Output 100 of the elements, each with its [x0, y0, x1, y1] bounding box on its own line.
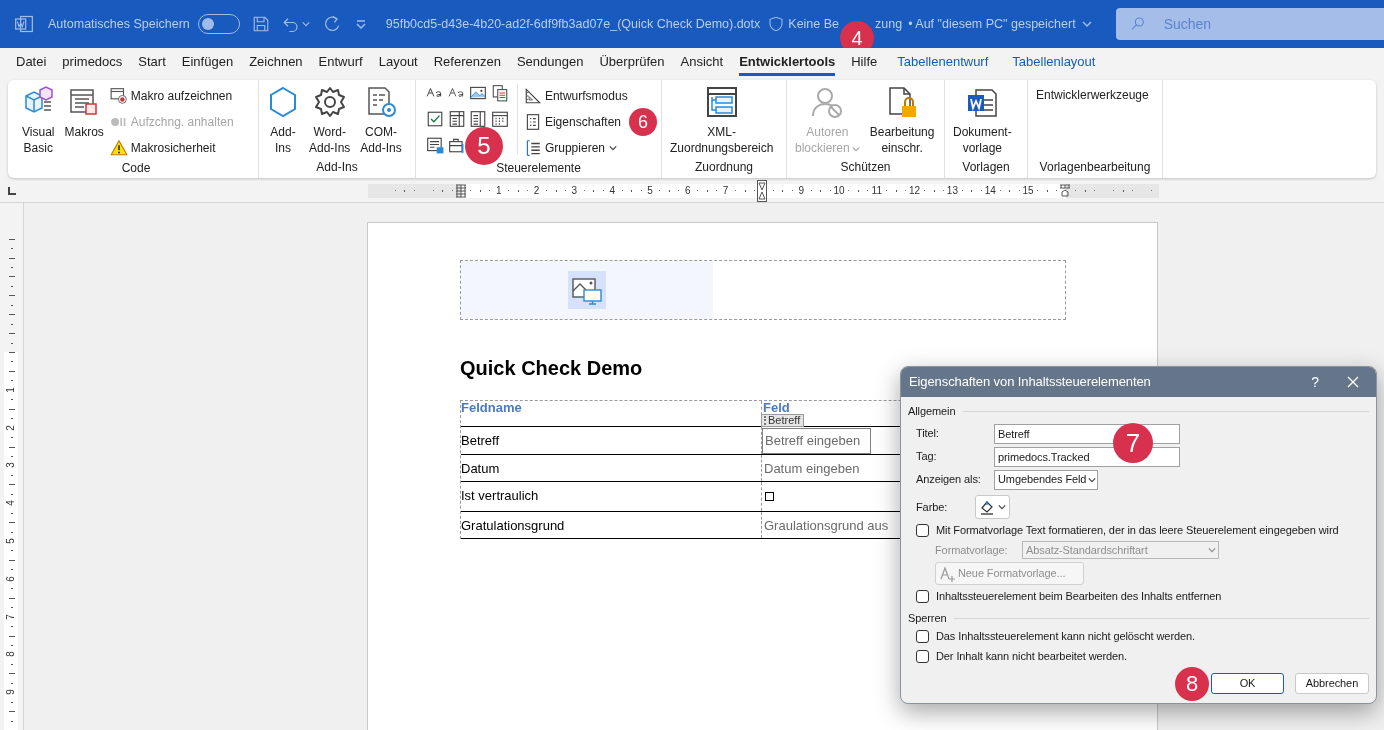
- ribbon-tab[interactable]: Zeichnen: [241, 50, 311, 78]
- dialog-button[interactable]: Abbrechen: [1295, 673, 1369, 694]
- field-label: Farbe:: [916, 499, 949, 515]
- save-location[interactable]: • Auf "diesem PC" gespeichert: [908, 14, 1076, 34]
- ribbon-tab[interactable]: primedocs: [54, 50, 131, 78]
- ribbon-button[interactable]: Makrosicherheit: [109, 137, 216, 159]
- dialog-button[interactable]: OK: [1211, 673, 1284, 694]
- margin-marker-icon[interactable]: [455, 184, 467, 198]
- ribbon-button[interactable]: XML- Zuordnungsbereich: [666, 84, 778, 156]
- ribbon-group-label: Vorlagen: [961, 159, 1011, 176]
- document-stack-icon[interactable]: [491, 84, 510, 102]
- ribbon-tab[interactable]: Überprüfen: [591, 50, 673, 78]
- document-lock-icon: [886, 86, 919, 118]
- ribbon-group-label: Schützen: [839, 159, 892, 176]
- customize-caret-icon[interactable]: [355, 19, 366, 29]
- checkbox[interactable]: [916, 650, 929, 663]
- ribbon-tab[interactable]: Tabellenentwurf: [889, 50, 997, 78]
- combo-box-icon[interactable]: [447, 110, 466, 128]
- ruler-number: 8: [5, 650, 17, 660]
- field-label: Formatvorlage:: [935, 542, 1009, 558]
- ribbon-tab[interactable]: Layout: [370, 50, 426, 78]
- checkbox-icon[interactable]: [426, 110, 444, 128]
- ruler-triangle-icon: [523, 87, 542, 105]
- caret-icon: [1208, 546, 1216, 554]
- ruler-number: 11: [871, 184, 882, 198]
- table-cell: Ist vertraulich: [461, 488, 539, 503]
- panel-tree-icon: [705, 86, 738, 118]
- checkbox[interactable]: [765, 491, 774, 501]
- calendar-icon[interactable]: [491, 110, 510, 128]
- content-control[interactable]: Datum eingeben: [762, 456, 862, 482]
- ribbon-button[interactable]: Gruppieren: [523, 137, 617, 159]
- ruler-number: 2: [533, 184, 540, 198]
- caret-icon[interactable]: [301, 20, 310, 28]
- ribbon-button[interactable]: Eigenschaften: [523, 111, 621, 133]
- caret-icon: [998, 503, 1006, 511]
- ruler-number: 9: [798, 184, 804, 198]
- ribbon-tab[interactable]: Datei: [8, 50, 55, 78]
- color-button[interactable]: [975, 495, 1010, 519]
- picture-placeholder-icon[interactable]: [568, 271, 606, 309]
- user-block-icon: [811, 86, 844, 118]
- ruler-number: 4: [609, 184, 615, 198]
- search-field[interactable]: Suchen: [1115, 8, 1384, 40]
- form-field-icon[interactable]: [426, 136, 444, 154]
- ruler-number: 9: [5, 688, 17, 697]
- ruler-number: 13: [946, 184, 958, 198]
- caret-icon: [1088, 475, 1097, 484]
- list-icon[interactable]: [469, 110, 488, 128]
- ribbon-tab[interactable]: Einfügen: [173, 50, 242, 78]
- column-marker-icon[interactable]: [757, 180, 767, 202]
- checkbox-label: Der Inhalt kann nicht bearbeitet werden.: [936, 649, 1128, 665]
- help-button[interactable]: ?: [1300, 371, 1330, 393]
- checkbox[interactable]: [916, 630, 929, 643]
- ribbon-button[interactable]: Visual Basic: [18, 84, 59, 156]
- ribbon-button[interactable]: COM- Add-Ins: [356, 84, 406, 156]
- file-name: 95fb0cd5-d43e-4b20-ad2f-6df9fb3ad07e_(Quick Check Demo).dotx: [385, 15, 761, 33]
- ribbon-tab[interactable]: Entwicklertools: [731, 50, 844, 78]
- ribbon-button[interactable]: Dokument- vorlage: [949, 84, 1016, 156]
- picture-placeholder[interactable]: [460, 260, 1066, 320]
- ribbon-tab[interactable]: Entwurf: [310, 50, 371, 78]
- ribbon-tab[interactable]: Hilfe: [843, 50, 886, 78]
- content-control[interactable]: Betreff eingeben: [762, 428, 872, 454]
- ruler-number: 2: [5, 423, 17, 433]
- dialog-title: Eigenschaften von Inhaltssteuerelementen: [909, 373, 1152, 392]
- label-text[interactable]: Keine Be: [788, 14, 840, 34]
- ribbon-button[interactable]: Entwurfsmodus: [523, 85, 628, 107]
- shield-icon: [768, 16, 785, 32]
- ribbon-tab[interactable]: Start: [130, 50, 174, 78]
- field-label: Tag:: [916, 449, 938, 465]
- ribbon-button[interactable]: Bearbeitung einschr.: [865, 84, 939, 156]
- ribbon-button[interactable]: Makros: [60, 84, 108, 140]
- ribbon-button[interactable]: Makro aufzeichnen: [109, 85, 233, 107]
- caret-icon[interactable]: [1081, 19, 1092, 29]
- toolbox-icon[interactable]: [447, 136, 466, 154]
- undo-icon[interactable]: [281, 15, 300, 33]
- letter-plus-icon: [940, 565, 956, 582]
- content-control[interactable]: Graulationsgrund aus: [762, 513, 891, 539]
- callout-badge: 6: [629, 108, 657, 136]
- save-icon[interactable]: [251, 15, 270, 33]
- dropdown-field[interactable]: Umgebendes Feld: [994, 469, 1099, 490]
- table-cell: Gratulationsgrund: [461, 518, 565, 533]
- ribbon-button[interactable]: Entwicklerwerkzeuge: [1032, 84, 1153, 104]
- word-logo-icon: [14, 14, 34, 34]
- control-title-tag[interactable]: Betreff: [761, 414, 805, 427]
- checkbox-label: Das Inhaltssteuerelement kann nicht gelöscht werden.: [936, 629, 1195, 645]
- ruler-number: 4: [5, 499, 17, 508]
- checkbox[interactable]: [916, 590, 929, 603]
- ribbon-button[interactable]: Word- Add-Ins: [305, 84, 355, 156]
- tab-stop-icon[interactable]: [7, 186, 17, 196]
- ribbon-tab[interactable]: Referenzen: [425, 50, 509, 78]
- image-icon[interactable]: [469, 84, 488, 102]
- settings-icon: [313, 86, 346, 118]
- ribbon-tab[interactable]: Ansicht: [672, 50, 732, 78]
- ribbon-tab[interactable]: Tabellenlayout: [1004, 50, 1104, 78]
- ribbon-tab[interactable]: Sendungen: [508, 50, 592, 78]
- checkbox[interactable]: [916, 524, 929, 537]
- ribbon-button[interactable]: Add- Ins: [263, 84, 303, 156]
- label-text[interactable]: zung: [875, 14, 903, 34]
- margin-marker-icon[interactable]: [1059, 184, 1071, 198]
- table-cell: Betreff: [461, 433, 500, 448]
- field-label: Titel:: [916, 426, 940, 442]
